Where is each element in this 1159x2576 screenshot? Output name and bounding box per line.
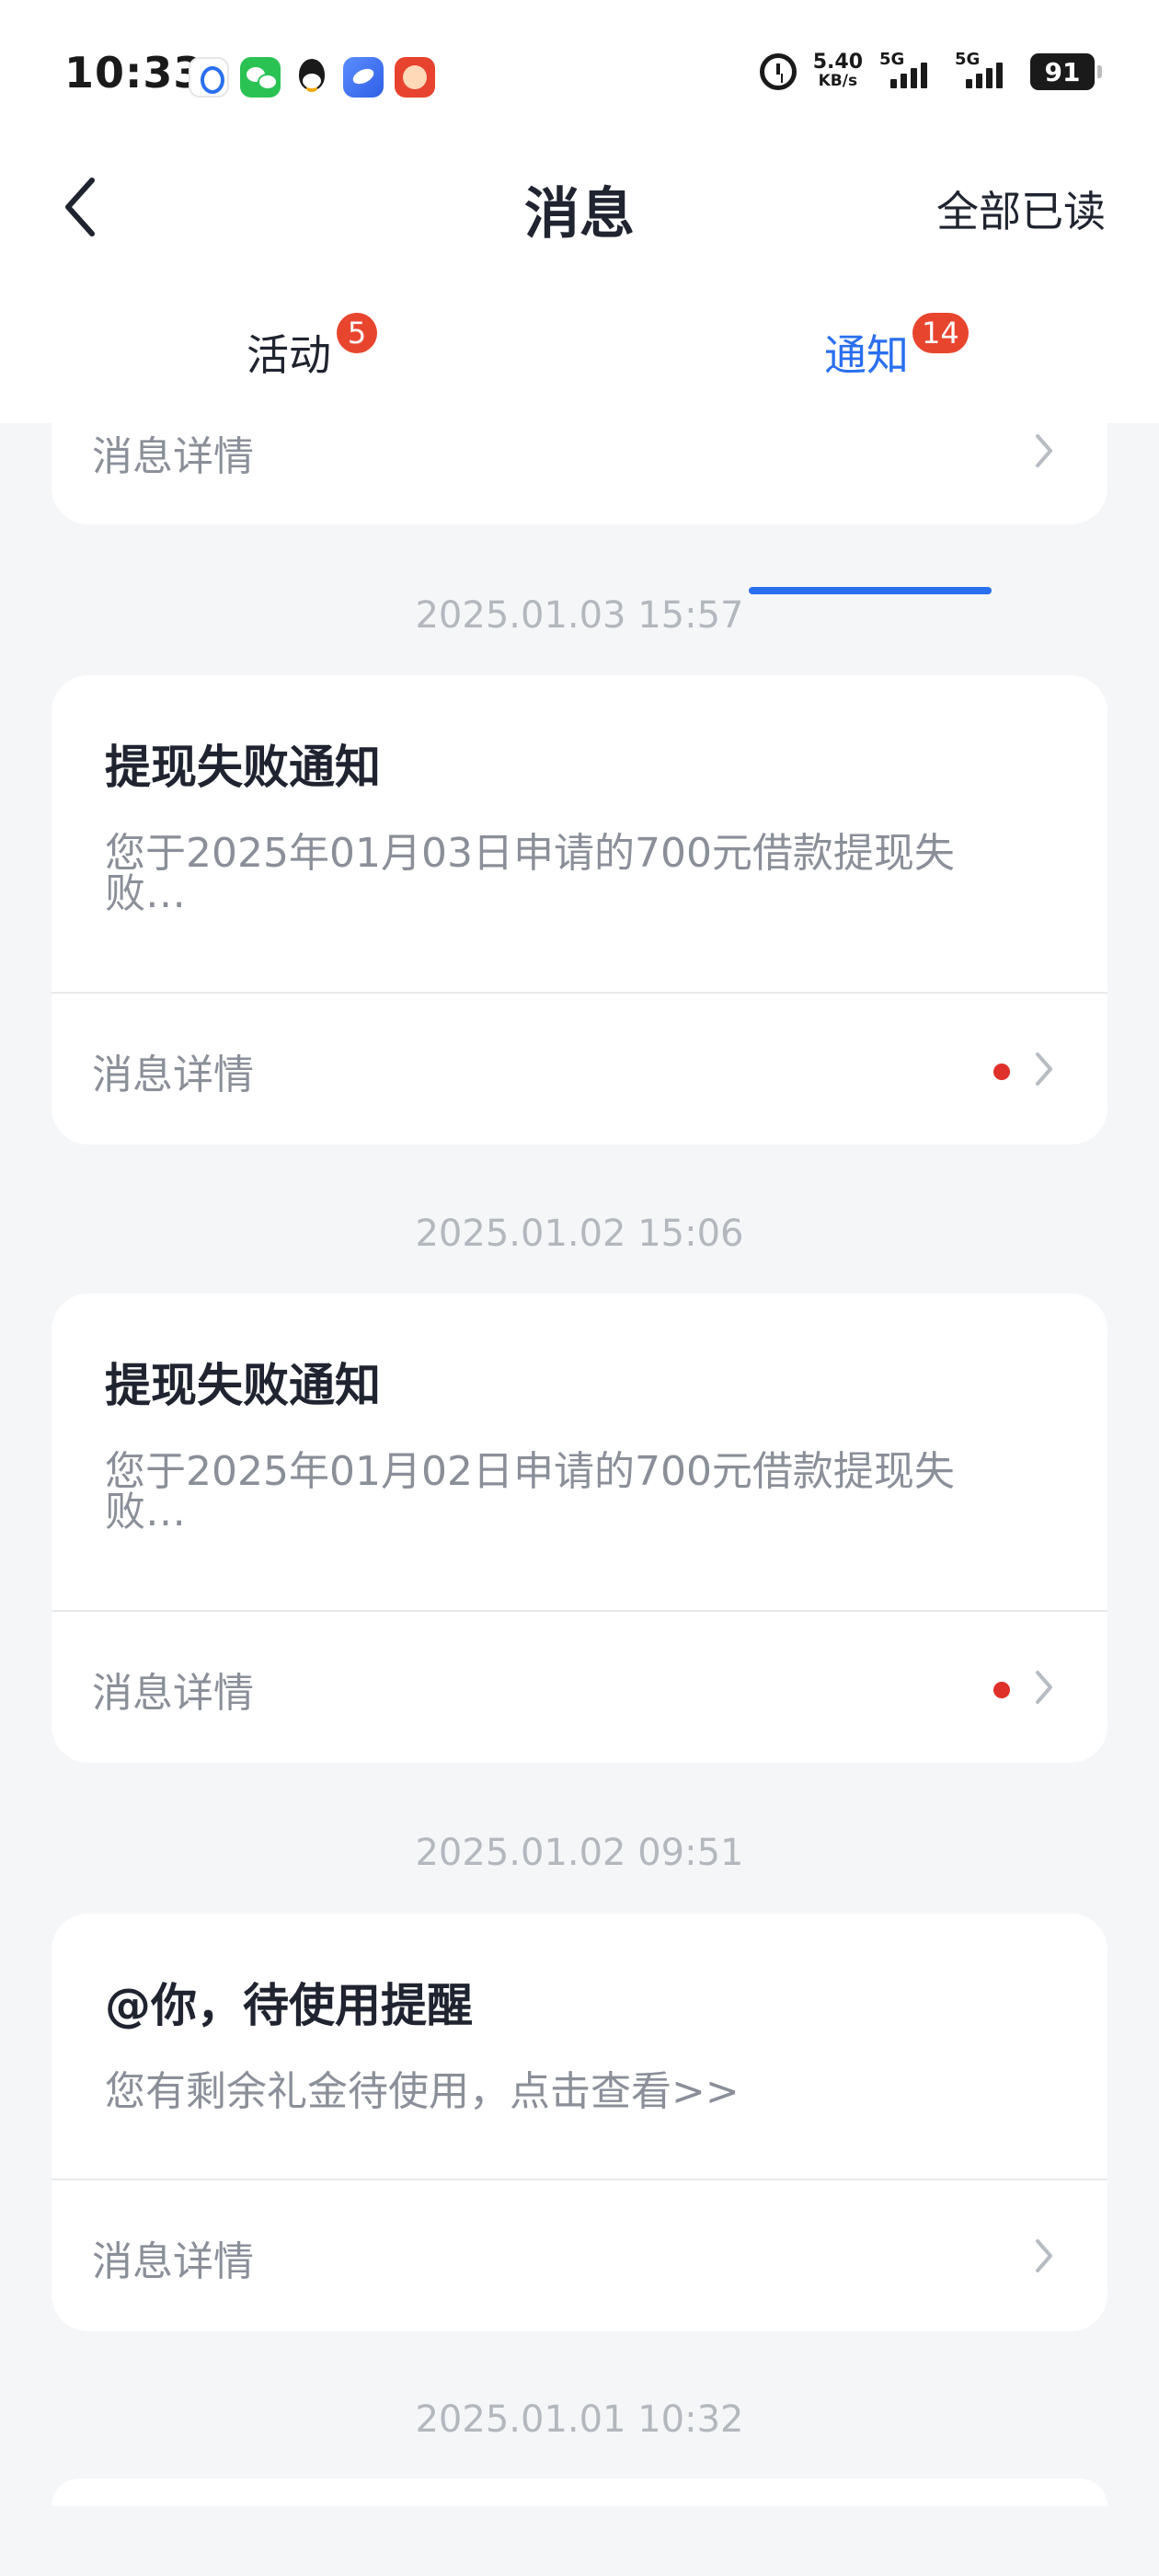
page-header: 消息 全部已读 活动 5 通知 14 [0, 138, 1159, 594]
message-detail-link[interactable]: 消息详情 [52, 994, 1107, 1144]
message-title: @你，待使用提醒 [105, 1979, 473, 2032]
qq-app-icon [292, 57, 332, 98]
status-bar: 10:33 5.40 KB/s 5G 5G 91 [0, 0, 1159, 156]
signal-icon: 5G [879, 50, 938, 92]
tab-notice[interactable]: 通知 14 [644, 313, 1067, 594]
chevron-right-icon [1036, 1671, 1052, 1704]
tab-badge: 14 [912, 313, 969, 353]
detail-label: 消息详情 [92, 1670, 254, 1717]
mark-all-read-button[interactable]: 全部已读 [936, 178, 1106, 239]
wechat-app-icon [240, 57, 281, 98]
tab-label: 活动 [247, 330, 331, 380]
message-timestamp: 2025.01.03 15:57 [415, 594, 744, 637]
alarm-icon [759, 53, 797, 90]
signal-icon-2: 5G [955, 50, 1014, 92]
tab-activity[interactable]: 活动 5 [110, 313, 534, 423]
detail-label: 消息详情 [92, 433, 254, 480]
chevron-right-icon [1036, 2239, 1052, 2272]
message-card[interactable]: 提现失败通知 您于2025年01月03日申请的700元借款提现失败… 消息详情 [52, 675, 1107, 1144]
battery-icon: 91 [1030, 53, 1102, 90]
unread-dot [993, 1682, 1010, 1698]
message-title: 提现失败通知 [105, 1359, 381, 1412]
message-card-partial[interactable] [52, 2478, 1107, 2506]
message-body: 您于2025年01月03日申请的700元借款提现失败… [105, 830, 955, 917]
detail-label: 消息详情 [92, 1052, 254, 1098]
unread-dot [993, 1064, 1010, 1080]
message-card[interactable]: 提现失败通知 您于2025年01月02日申请的700元借款提现失败… 消息详情 [52, 1294, 1107, 1763]
active-tab-indicator [749, 587, 992, 594]
detail-label: 消息详情 [92, 2238, 254, 2285]
network-speed: 5.40 KB/s [812, 51, 863, 91]
red-app-icon [395, 57, 435, 98]
notification-icons [189, 57, 435, 98]
message-timestamp: 2025.01.01 10:32 [415, 2398, 744, 2441]
message-card-partial: 消息详情 [52, 423, 1107, 524]
message-title: 提现失败通知 [105, 741, 381, 794]
message-detail-link[interactable]: 消息详情 [52, 423, 1107, 524]
message-timestamp: 2025.01.02 15:06 [415, 1213, 744, 1255]
blue-app-icon [343, 57, 384, 98]
chevron-right-icon [1036, 434, 1052, 467]
chevron-right-icon [1036, 1052, 1052, 1086]
message-detail-link[interactable]: 消息详情 [52, 1612, 1107, 1763]
message-card[interactable]: @你，待使用提醒 您有剩余礼金待使用，点击查看>> 消息详情 [52, 1914, 1107, 2331]
message-timestamp: 2025.01.02 09:51 [415, 1832, 744, 1874]
baidu-app-icon [189, 57, 229, 98]
system-indicators: 5.40 KB/s 5G 5G 91 [759, 50, 1102, 92]
message-detail-link[interactable]: 消息详情 [52, 2180, 1107, 2331]
status-time: 10:33 [64, 48, 204, 98]
message-body: 您于2025年01月02日申请的700元借款提现失败… [105, 1448, 955, 1535]
message-body: 您有剩余礼金待使用，点击查看>> [105, 2068, 740, 2115]
tab-badge: 5 [337, 313, 377, 353]
tab-label: 通知 [824, 330, 909, 380]
